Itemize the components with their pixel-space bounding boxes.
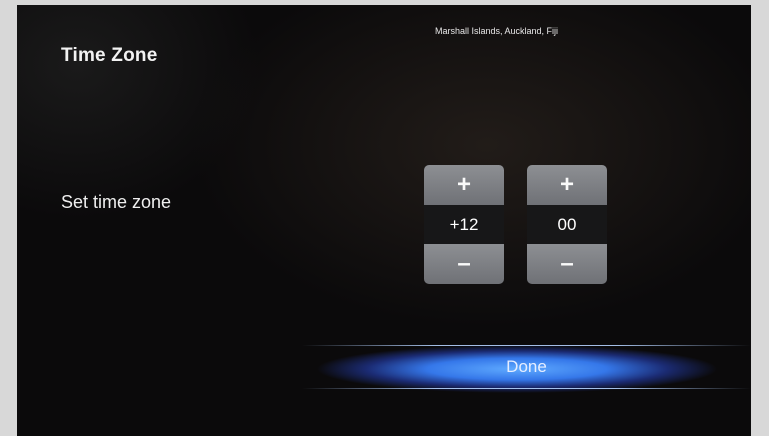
minutes-offset-spinner: + 00 – bbox=[527, 165, 607, 284]
set-time-zone-label: Set time zone bbox=[61, 192, 172, 212]
done-button[interactable]: Done bbox=[302, 345, 751, 389]
tv-bezel: Time Zone Marshall Islands, Auckland, Fi… bbox=[0, 0, 769, 436]
minutes-decrement-button[interactable]: – bbox=[527, 244, 607, 284]
hours-increment-button[interactable]: + bbox=[424, 165, 504, 205]
time-zone-screen: Time Zone Marshall Islands, Auckland, Fi… bbox=[17, 5, 751, 436]
time-zone-region-text: Marshall Islands, Auckland, Fiji bbox=[435, 26, 559, 36]
page-title: Time Zone bbox=[61, 45, 158, 66]
hours-offset-spinner: + +12 – bbox=[424, 165, 504, 284]
minutes-offset-value: 00 bbox=[527, 205, 607, 244]
hours-offset-value: +12 bbox=[424, 205, 504, 244]
minutes-increment-button[interactable]: + bbox=[527, 165, 607, 205]
hours-decrement-button[interactable]: – bbox=[424, 244, 504, 284]
